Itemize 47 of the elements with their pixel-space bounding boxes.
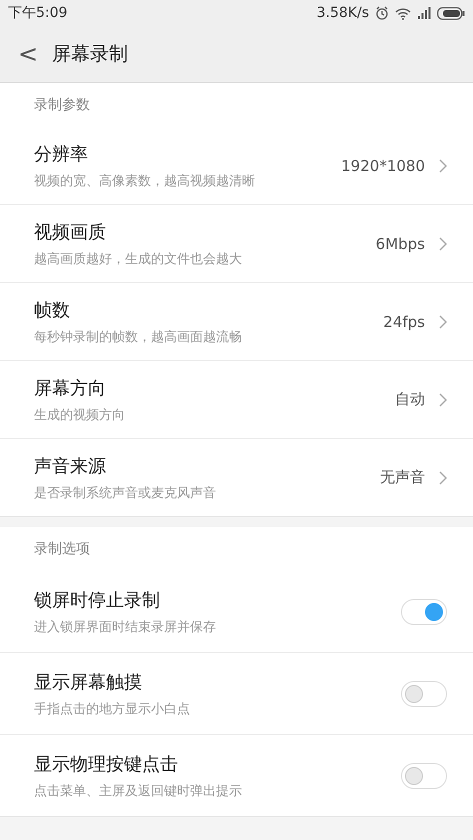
setting-title: 声音来源 <box>34 454 107 478</box>
signal-icon <box>417 7 431 19</box>
setting-description: 生成的视频方向 <box>34 406 126 424</box>
network-speed: 3.58K/s <box>316 5 369 21</box>
toggle-switch[interactable] <box>401 598 447 624</box>
section-title: 录制参数 <box>33 96 91 115</box>
setting-title: 分辨率 <box>34 142 89 166</box>
setting-description: 进入锁屏界面时结束录屏并保存 <box>34 618 217 636</box>
setting-title: 视频画质 <box>34 220 107 244</box>
chevron-right-icon <box>439 392 447 406</box>
battery-icon <box>437 6 465 20</box>
setting-value: 无声音 <box>380 468 425 487</box>
setting-value: 6Mbps <box>376 234 425 252</box>
setting-description: 手指点击的地方显示小白点 <box>34 700 191 718</box>
setting-title: 屏幕方向 <box>34 376 107 400</box>
chevron-right-icon <box>439 314 447 328</box>
settings-row[interactable]: 显示物理按键点击 点击菜单、主屏及返回键时弹出提示 <box>0 734 473 816</box>
setting-value: 自动 <box>395 390 425 409</box>
chevron-right-icon <box>439 236 447 250</box>
setting-description: 视频的宽、高像素数，越高视频越清晰 <box>34 172 256 190</box>
page-title: 屏幕录制 <box>52 42 128 67</box>
settings-row[interactable]: 屏幕方向 生成的视频方向 自动 <box>0 360 473 438</box>
setting-description: 越高画质越好，生成的文件也会越大 <box>34 250 243 268</box>
settings-row[interactable]: 锁屏时停止录制 进入锁屏界面时结束录屏并保存 <box>0 571 473 652</box>
chevron-right-icon <box>439 158 447 172</box>
setting-title: 帧数 <box>34 298 71 322</box>
setting-description: 是否录制系统声音或麦克风声音 <box>34 484 217 502</box>
settings-row[interactable]: 视频画质 越高画质越好，生成的文件也会越大 6Mbps <box>0 204 473 282</box>
setting-title: 显示物理按键点击 <box>34 752 179 776</box>
setting-value: 1920*1080 <box>341 156 425 174</box>
section-title: 录制选项 <box>33 540 91 559</box>
settings-row[interactable]: 声音来源 是否录制系统声音或麦克风声音 无声音 <box>0 438 473 516</box>
chevron-right-icon <box>439 470 447 484</box>
toggle-switch[interactable] <box>401 762 447 788</box>
settings-row[interactable]: 显示屏幕触摸 手指点击的地方显示小白点 <box>0 652 473 734</box>
settings-row[interactable]: 分辨率 视频的宽、高像素数，越高视频越清晰 1920*1080 <box>0 127 473 204</box>
settings-row[interactable]: 帧数 每秒钟录制的帧数，越高画面越流畅 24fps <box>0 282 473 360</box>
setting-value: 24fps <box>383 312 425 330</box>
back-button[interactable]: < <box>0 40 52 68</box>
setting-title: 显示屏幕触摸 <box>34 670 143 694</box>
setting-title: 锁屏时停止录制 <box>34 588 161 612</box>
setting-description: 点击菜单、主屏及返回键时弹出提示 <box>34 782 243 800</box>
setting-description: 每秒钟录制的帧数，越高画面越流畅 <box>34 328 243 346</box>
toggle-switch[interactable] <box>401 680 447 706</box>
status-time: 下午5:09 <box>8 4 68 22</box>
alarm-icon <box>375 6 389 20</box>
wifi-icon <box>395 6 411 20</box>
